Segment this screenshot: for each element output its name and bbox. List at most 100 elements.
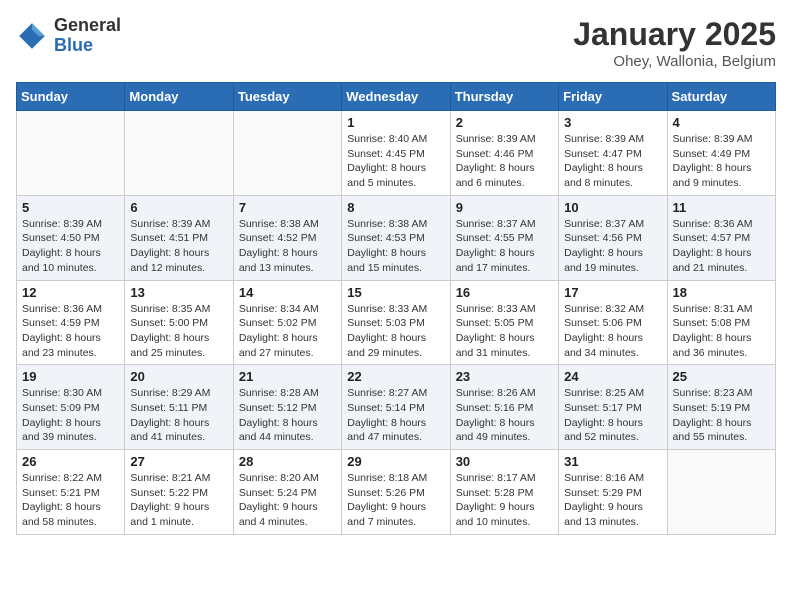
day-number: 8 xyxy=(347,200,444,215)
day-number: 11 xyxy=(673,200,770,215)
day-info: Sunrise: 8:38 AM Sunset: 4:53 PM Dayligh… xyxy=(347,217,444,276)
day-info: Sunrise: 8:37 AM Sunset: 4:55 PM Dayligh… xyxy=(456,217,553,276)
day-info: Sunrise: 8:39 AM Sunset: 4:47 PM Dayligh… xyxy=(564,132,661,191)
calendar-week-row: 12 Sunrise: 8:36 AM Sunset: 4:59 PM Dayli… xyxy=(17,280,776,365)
day-info: Sunrise: 8:21 AM Sunset: 5:22 PM Dayligh… xyxy=(130,471,227,530)
day-number: 3 xyxy=(564,115,661,130)
day-info: Sunrise: 8:16 AM Sunset: 5:29 PM Dayligh… xyxy=(564,471,661,530)
day-number: 26 xyxy=(22,454,119,469)
day-number: 18 xyxy=(673,285,770,300)
day-info: Sunrise: 8:39 AM Sunset: 4:46 PM Dayligh… xyxy=(456,132,553,191)
day-number: 28 xyxy=(239,454,336,469)
calendar-week-row: 19 Sunrise: 8:30 AM Sunset: 5:09 PM Dayli… xyxy=(17,365,776,450)
day-number: 23 xyxy=(456,369,553,384)
logo-blue-text: Blue xyxy=(54,36,121,56)
day-number: 2 xyxy=(456,115,553,130)
calendar-cell: 13 Sunrise: 8:35 AM Sunset: 5:00 PM Dayli… xyxy=(125,280,233,365)
calendar-week-row: 26 Sunrise: 8:22 AM Sunset: 5:21 PM Dayli… xyxy=(17,450,776,535)
day-number: 22 xyxy=(347,369,444,384)
calendar-cell: 28 Sunrise: 8:20 AM Sunset: 5:24 PM Dayli… xyxy=(233,450,341,535)
calendar-cell: 14Sunrise: 8:34 AM Sunset: 5:02 PM Dayli… xyxy=(233,280,341,365)
day-number: 4 xyxy=(673,115,770,130)
day-info: Sunrise: 8:34 AM Sunset: 5:02 PM Dayligh… xyxy=(239,302,336,361)
day-info: Sunrise: 8:27 AM Sunset: 5:14 PM Dayligh… xyxy=(347,386,444,445)
day-of-week-header: Wednesday xyxy=(342,83,450,111)
calendar-table: SundayMondayTuesdayWednesdayThursdayFrid… xyxy=(16,82,776,535)
day-number: 10 xyxy=(564,200,661,215)
day-info: Sunrise: 8:26 AM Sunset: 5:16 PM Dayligh… xyxy=(456,386,553,445)
day-info: Sunrise: 8:22 AM Sunset: 5:21 PM Dayligh… xyxy=(22,471,119,530)
calendar-cell xyxy=(17,111,125,196)
calendar-cell: 22 Sunrise: 8:27 AM Sunset: 5:14 PM Dayli… xyxy=(342,365,450,450)
day-number: 6 xyxy=(130,200,227,215)
day-of-week-header: Sunday xyxy=(17,83,125,111)
day-number: 19 xyxy=(22,369,119,384)
day-info: Sunrise: 8:39 AM Sunset: 4:49 PM Dayligh… xyxy=(673,132,770,191)
day-info: Sunrise: 8:28 AM Sunset: 5:12 PM Dayligh… xyxy=(239,386,336,445)
day-of-week-header: Friday xyxy=(559,83,667,111)
logo-general-text: General xyxy=(54,16,121,36)
day-info: Sunrise: 8:32 AM Sunset: 5:06 PM Dayligh… xyxy=(564,302,661,361)
calendar-cell: 29 Sunrise: 8:18 AM Sunset: 5:26 PM Dayli… xyxy=(342,450,450,535)
calendar-week-row: 1Sunrise: 8:40 AM Sunset: 4:45 PM Daylig… xyxy=(17,111,776,196)
day-number: 25 xyxy=(673,369,770,384)
calendar-header-row: SundayMondayTuesdayWednesdayThursdayFrid… xyxy=(17,83,776,111)
calendar-cell: 1Sunrise: 8:40 AM Sunset: 4:45 PM Daylig… xyxy=(342,111,450,196)
calendar-cell: 2 Sunrise: 8:39 AM Sunset: 4:46 PM Daylig… xyxy=(450,111,558,196)
calendar-cell: 6 Sunrise: 8:39 AM Sunset: 4:51 PM Daylig… xyxy=(125,195,233,280)
day-number: 5 xyxy=(22,200,119,215)
calendar-cell: 27 Sunrise: 8:21 AM Sunset: 5:22 PM Dayli… xyxy=(125,450,233,535)
logo-icon xyxy=(16,20,48,52)
day-info: Sunrise: 8:38 AM Sunset: 4:52 PM Dayligh… xyxy=(239,217,336,276)
calendar-cell: 12 Sunrise: 8:36 AM Sunset: 4:59 PM Dayli… xyxy=(17,280,125,365)
calendar-cell: 5 Sunrise: 8:39 AM Sunset: 4:50 PM Daylig… xyxy=(17,195,125,280)
day-info: Sunrise: 8:35 AM Sunset: 5:00 PM Dayligh… xyxy=(130,302,227,361)
day-number: 20 xyxy=(130,369,227,384)
day-info: Sunrise: 8:29 AM Sunset: 5:11 PM Dayligh… xyxy=(130,386,227,445)
logo-text: General Blue xyxy=(54,16,121,56)
day-info: Sunrise: 8:39 AM Sunset: 4:51 PM Dayligh… xyxy=(130,217,227,276)
day-number: 12 xyxy=(22,285,119,300)
day-info: Sunrise: 8:31 AM Sunset: 5:08 PM Dayligh… xyxy=(673,302,770,361)
calendar-cell: 31Sunrise: 8:16 AM Sunset: 5:29 PM Dayli… xyxy=(559,450,667,535)
calendar-cell: 21 Sunrise: 8:28 AM Sunset: 5:12 PM Dayli… xyxy=(233,365,341,450)
day-of-week-header: Monday xyxy=(125,83,233,111)
calendar-cell: 30 Sunrise: 8:17 AM Sunset: 5:28 PM Dayli… xyxy=(450,450,558,535)
month-title: January 2025 xyxy=(573,16,776,53)
calendar-cell: 8 Sunrise: 8:38 AM Sunset: 4:53 PM Daylig… xyxy=(342,195,450,280)
day-number: 21 xyxy=(239,369,336,384)
day-number: 16 xyxy=(456,285,553,300)
day-number: 13 xyxy=(130,285,227,300)
day-info: Sunrise: 8:33 AM Sunset: 5:03 PM Dayligh… xyxy=(347,302,444,361)
day-number: 9 xyxy=(456,200,553,215)
calendar-cell: 25 Sunrise: 8:23 AM Sunset: 5:19 PM Dayli… xyxy=(667,365,775,450)
calendar-cell: 4 Sunrise: 8:39 AM Sunset: 4:49 PM Daylig… xyxy=(667,111,775,196)
day-info: Sunrise: 8:17 AM Sunset: 5:28 PM Dayligh… xyxy=(456,471,553,530)
calendar-cell: 17 Sunrise: 8:32 AM Sunset: 5:06 PM Dayli… xyxy=(559,280,667,365)
day-info: Sunrise: 8:25 AM Sunset: 5:17 PM Dayligh… xyxy=(564,386,661,445)
calendar-cell: 20 Sunrise: 8:29 AM Sunset: 5:11 PM Dayli… xyxy=(125,365,233,450)
day-info: Sunrise: 8:20 AM Sunset: 5:24 PM Dayligh… xyxy=(239,471,336,530)
calendar-cell: 18 Sunrise: 8:31 AM Sunset: 5:08 PM Dayli… xyxy=(667,280,775,365)
day-number: 29 xyxy=(347,454,444,469)
day-number: 27 xyxy=(130,454,227,469)
day-info: Sunrise: 8:40 AM Sunset: 4:45 PM Dayligh… xyxy=(347,132,444,191)
day-number: 24 xyxy=(564,369,661,384)
calendar-cell: 16Sunrise: 8:33 AM Sunset: 5:05 PM Dayli… xyxy=(450,280,558,365)
day-info: Sunrise: 8:30 AM Sunset: 5:09 PM Dayligh… xyxy=(22,386,119,445)
calendar-cell: 7Sunrise: 8:38 AM Sunset: 4:52 PM Daylig… xyxy=(233,195,341,280)
day-number: 15 xyxy=(347,285,444,300)
day-number: 30 xyxy=(456,454,553,469)
calendar-cell: 24 Sunrise: 8:25 AM Sunset: 5:17 PM Dayli… xyxy=(559,365,667,450)
calendar-cell: 23 Sunrise: 8:26 AM Sunset: 5:16 PM Dayli… xyxy=(450,365,558,450)
calendar-cell: 10Sunrise: 8:37 AM Sunset: 4:56 PM Dayli… xyxy=(559,195,667,280)
calendar-cell xyxy=(125,111,233,196)
day-number: 17 xyxy=(564,285,661,300)
day-info: Sunrise: 8:36 AM Sunset: 4:57 PM Dayligh… xyxy=(673,217,770,276)
day-info: Sunrise: 8:18 AM Sunset: 5:26 PM Dayligh… xyxy=(347,471,444,530)
day-info: Sunrise: 8:36 AM Sunset: 4:59 PM Dayligh… xyxy=(22,302,119,361)
day-info: Sunrise: 8:23 AM Sunset: 5:19 PM Dayligh… xyxy=(673,386,770,445)
calendar-cell: 11 Sunrise: 8:36 AM Sunset: 4:57 PM Dayli… xyxy=(667,195,775,280)
location: Ohey, Wallonia, Belgium xyxy=(573,53,776,70)
day-info: Sunrise: 8:39 AM Sunset: 4:50 PM Dayligh… xyxy=(22,217,119,276)
